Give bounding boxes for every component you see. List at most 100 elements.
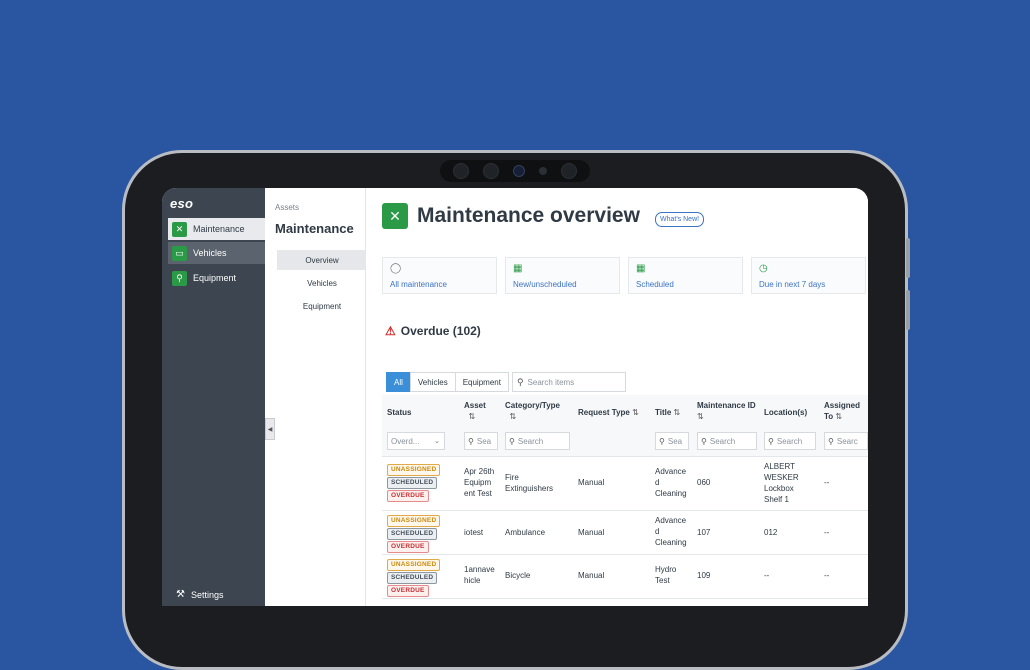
subnav-item-overview[interactable]: Overview xyxy=(277,250,367,270)
search-placeholder: Sea xyxy=(667,436,683,446)
filter-tab-equipment[interactable]: Equipment xyxy=(454,372,509,392)
category-cell: Fire Extinguishers xyxy=(505,473,554,493)
status-badge-unassigned: UNASSIGNED xyxy=(387,559,441,571)
sort-icon[interactable]: ⇅ xyxy=(674,408,681,417)
status-badge-scheduled: SCHEDULED xyxy=(387,477,438,489)
sub-navigation: Assets Maintenance Overview Vehicles Equ… xyxy=(265,188,367,606)
status-badge-overdue: OVERDUE xyxy=(387,490,429,502)
column-label: Asset xyxy=(464,401,486,410)
search-icon: ⚲ xyxy=(509,436,515,446)
volume-button xyxy=(906,238,910,278)
sort-icon[interactable]: ⇅ xyxy=(632,408,639,417)
card-new-unscheduled[interactable]: ▦ New/unscheduled xyxy=(505,257,620,294)
status-badges: UNASSIGNED SCHEDULED OVERDUE xyxy=(387,559,441,597)
sort-icon[interactable]: ⇅ xyxy=(505,412,516,421)
section-title: Maintenance xyxy=(275,221,354,236)
asset-cell[interactable]: 1annave hicle xyxy=(464,564,500,586)
column-header-locations[interactable]: Location(s) xyxy=(764,407,807,418)
status-badge-unassigned: UNASSIGNED xyxy=(387,515,441,527)
filter-tab-all[interactable]: All xyxy=(386,372,411,392)
sort-icon[interactable]: ⇅ xyxy=(697,412,704,421)
table-row[interactable]: UNASSIGNED SCHEDULED OVERDUE 1annave hic… xyxy=(382,555,868,599)
settings-label: Settings xyxy=(190,589,224,600)
column-header-category[interactable]: Category/Type ⇅ xyxy=(505,400,560,422)
search-icon: ⚲ xyxy=(659,436,665,446)
page-title: Maintenance overview xyxy=(417,204,640,227)
filter-bar: All Vehicles Equipment ⚲ Search items xyxy=(386,372,626,392)
collapse-sidebar-button[interactable]: ◀ xyxy=(265,418,275,440)
search-icon: ⚲ xyxy=(768,436,774,446)
column-label: Status xyxy=(387,408,412,417)
column-header-asset[interactable]: Asset ⇅ xyxy=(464,400,486,422)
sidebar-item-maintenance[interactable]: ✕ Maintenance xyxy=(168,218,265,240)
status-badge-unassigned: UNASSIGNED xyxy=(387,464,441,476)
card-due-next-7-days[interactable]: ◷ Due in next 7 days xyxy=(751,257,866,294)
assigned-search-input[interactable]: ⚲ Searc xyxy=(824,432,868,450)
title-cell: Advance d Cleaning xyxy=(655,516,687,547)
column-header-request-type[interactable]: Request Type ⇅ xyxy=(578,407,639,418)
clock-icon: ◷ xyxy=(759,263,768,274)
asset-cell[interactable]: iotest xyxy=(464,527,483,538)
asset-search-input[interactable]: ⚲ Sea xyxy=(464,432,498,450)
breadcrumb[interactable]: Assets xyxy=(275,203,299,212)
sidebar-item-equipment[interactable]: ⚲ Equipment xyxy=(168,267,265,289)
status-badges: UNASSIGNED SCHEDULED OVERDUE xyxy=(387,515,441,553)
sort-icon[interactable]: ⇅ xyxy=(464,412,475,421)
status-badge-overdue: OVERDUE xyxy=(387,541,429,553)
calendar-plus-icon: ▦ xyxy=(513,263,523,274)
table-row[interactable]: UNASSIGNED SCHEDULED OVERDUE iotest Ambu… xyxy=(382,511,868,555)
warning-icon: ⚠ xyxy=(385,324,396,338)
settings-link[interactable]: ⚒ Settings xyxy=(176,589,224,600)
subnav-item-vehicles[interactable]: Vehicles xyxy=(277,273,367,293)
sidebar-item-vehicles[interactable]: ▭ Vehicles xyxy=(168,242,265,264)
card-label: New/unscheduled xyxy=(513,280,577,289)
whats-new-button[interactable]: What's New! xyxy=(655,212,705,227)
camera-bar xyxy=(440,160,590,182)
column-header-maintenance-id[interactable]: Maintenance ID ⇅ xyxy=(697,400,757,422)
title-search-input[interactable]: ⚲ Sea xyxy=(655,432,689,450)
wrench-icon: ⚒ xyxy=(176,589,185,600)
card-all-maintenance[interactable]: ◯ All maintenance xyxy=(382,257,497,294)
column-header-status[interactable]: Status xyxy=(387,407,411,418)
search-items-input[interactable]: ⚲ Search items xyxy=(511,372,626,392)
column-label: Maintenance ID xyxy=(697,401,756,410)
search-placeholder: Search xyxy=(517,436,544,446)
request-type-cell: Manual xyxy=(578,478,605,487)
subnav-item-equipment[interactable]: Equipment xyxy=(277,296,367,316)
maintenance-id-search-input[interactable]: ⚲ Search xyxy=(697,432,757,450)
category-search-input[interactable]: ⚲ Search xyxy=(505,432,570,450)
filter-tab-vehicles[interactable]: Vehicles xyxy=(409,372,456,392)
status-filter-value: Overd... xyxy=(391,436,420,446)
asset-cell[interactable]: Apr 26th Equipm ent Test xyxy=(464,466,500,499)
app-sidebar: eso ✕ Maintenance ▭ Vehicles ⚲ Equipment… xyxy=(162,188,265,606)
title-cell: Advance d Cleaning xyxy=(655,467,687,498)
maintenance-id-cell: 107 xyxy=(697,528,711,537)
check-circle-icon: ◯ xyxy=(390,263,402,274)
category-cell: Ambulance xyxy=(505,528,546,537)
location-search-input[interactable]: ⚲ Search xyxy=(764,432,816,450)
card-scheduled[interactable]: ▦ Scheduled xyxy=(628,257,743,294)
location-cell: 012 xyxy=(764,528,778,537)
maintenance-icon: ✕ xyxy=(382,203,408,229)
sensor-icon xyxy=(483,163,499,179)
column-label: Category/Type xyxy=(505,401,560,410)
sensor-icon xyxy=(561,163,577,179)
table-row[interactable]: UNASSIGNED SCHEDULED OVERDUE Apr 26th Eq… xyxy=(382,457,868,511)
overdue-heading: ⚠ Overdue (102) xyxy=(385,324,481,338)
chevron-left-icon: ◀ xyxy=(267,426,273,433)
maintenance-id-cell: 060 xyxy=(697,478,711,487)
column-header-assigned-to[interactable]: Assigned To ⇅ xyxy=(824,400,868,422)
column-header-title[interactable]: Title ⇅ xyxy=(655,407,680,418)
search-placeholder: Sea xyxy=(476,436,492,446)
main-content: ✕ Maintenance overview What's New! ◯ All… xyxy=(366,188,868,606)
volume-button xyxy=(906,290,910,330)
calendar-icon: ▦ xyxy=(636,263,646,274)
sort-icon[interactable]: ⇅ xyxy=(835,412,842,421)
request-type-cell: Manual xyxy=(578,528,605,537)
assigned-cell: -- xyxy=(824,478,830,487)
title-cell: Hydro Test xyxy=(655,565,677,585)
status-filter-select[interactable]: Overd... ⌄ xyxy=(387,432,445,450)
sidebar-item-label: Equipment xyxy=(193,273,237,283)
tablet-screen: eso ✕ Maintenance ▭ Vehicles ⚲ Equipment… xyxy=(162,188,868,606)
status-badges: UNASSIGNED SCHEDULED OVERDUE xyxy=(387,464,441,502)
